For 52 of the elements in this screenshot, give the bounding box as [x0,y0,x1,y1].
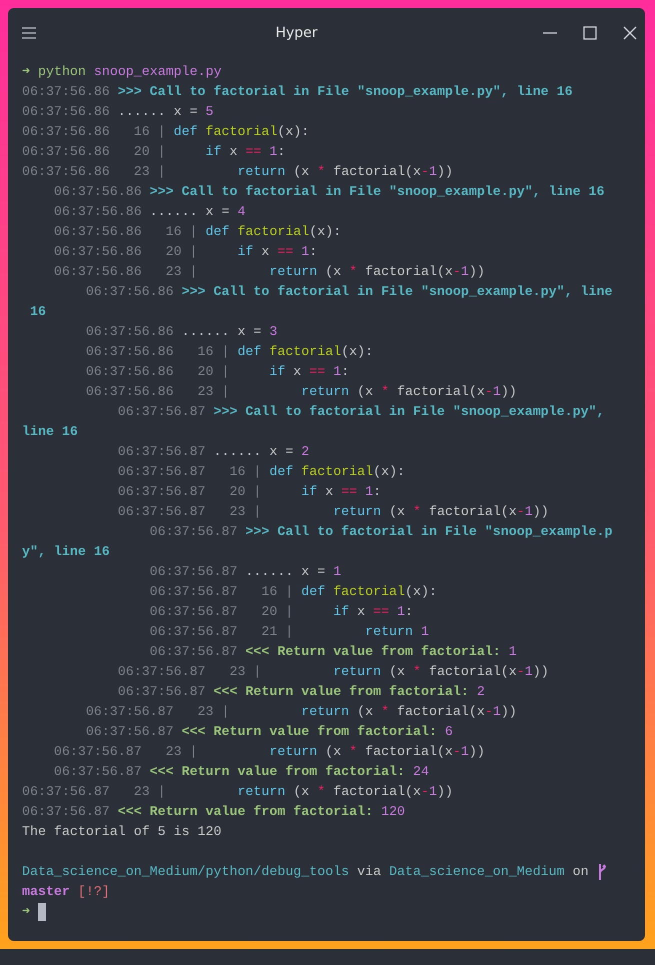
output-line: 06:37:56.86 23 | return (x * factorial(x-1)) [86,383,517,401]
output-line: 06:37:56.87 23 | return (x * factorial(x-1)) [118,663,549,681]
branch-icon [596,864,607,880]
output-line: line 16 [22,423,78,441]
output-line: 06:37:56.86 20 | if x == 1: [54,243,318,261]
output-line: 06:37:56.87 <<< Return value from factorial: 2 [118,683,485,701]
output-line: 06:37:56.87 <<< Return value from factorial: 24 [54,763,429,781]
output-line: 06:37:56.87 23 | return (x * factorial(x-1)) [86,703,517,721]
on-label: on [572,863,590,881]
menu-icon[interactable] [22,27,36,39]
git-branch: master [22,883,70,901]
output-line: The factorial of 5 is 120 [22,823,222,841]
output-line: 06:37:56.86 >>> Call to factorial in File "snoop_example.py", line 16 [22,83,573,101]
output-line: 06:37:56.86 16 | def factorial(x): [22,123,310,141]
output-line: 06:37:56.87 ...... x = 1 [150,563,342,581]
output-line: 06:37:56.87 <<< Return value from factorial: 120 [22,803,406,821]
via-label: via [356,863,382,881]
output-line: y", line 16 [22,543,110,561]
output-line: 06:37:56.87 ...... x = 2 [118,443,310,461]
output-line: 06:37:56.86 23 | return (x * factorial(x-1)) [54,263,485,281]
output-line: 06:37:56.87 23 | return (x * factorial(x-1)) [54,743,485,761]
output-line: 06:37:56.87 16 | def factorial(x): [150,583,437,601]
output-line: 06:37:56.86 20 | if x == 1: [86,363,350,381]
output-line: 06:37:56.87 20 | if x == 1: [118,483,382,501]
directory-path: Data_science_on_Medium/python/debug_tools [22,863,350,881]
output-line: 06:37:56.87 <<< Return value from factorial: 1 [150,643,517,661]
output-line: 06:37:56.86 20 | if x == 1: [22,143,286,161]
window-title: Hyper [274,24,319,42]
git-status: [!?] [78,883,110,901]
output-line: 06:37:56.87 21 | return 1 [150,623,429,641]
environment-name: Data_science_on_Medium [389,863,565,881]
output-line: 06:37:56.86 23 | return (x * factorial(x-1)) [22,163,453,181]
prompt-arrow: ➜ [22,903,30,921]
output-line: 06:37:56.87 <<< Return value from factorial: 6 [86,723,453,741]
output-line: 06:37:56.87 23 | return (x * factorial(x-1)) [118,503,549,521]
output-line: 06:37:56.87 >>> Call to factorial in File "snoop_example.py", [118,403,605,421]
output-line: 06:37:56.87 >>> Call to factorial in File "snoop_example.p [150,523,612,541]
command-line: ➜ python snoop_example.py [22,63,222,81]
maximize-icon[interactable] [583,26,597,40]
output-line: 06:37:56.86 >>> Call to factorial in File "snoop_example.py", line 16 [54,183,604,201]
output-line: 06:37:56.87 20 | if x == 1: [150,603,414,621]
output-line: 16 [30,303,46,321]
output-line: 06:37:56.86 ...... x = 3 [86,323,278,341]
close-icon[interactable] [623,26,637,40]
output-line: 06:37:56.87 16 | def factorial(x): [118,463,406,481]
output-line: 06:37:56.87 23 | return (x * factorial(x-1)) [22,783,453,801]
output-line: 06:37:56.86 16 | def factorial(x): [54,223,342,241]
output-line: 06:37:56.86 ...... x = 5 [22,103,214,121]
output-line: 06:37:56.86 ...... x = 4 [54,203,246,221]
output-line: 06:37:56.86 >>> Call to factorial in File "snoop_example.py", line [86,283,612,301]
output-line: 06:37:56.86 16 | def factorial(x): [86,343,374,361]
text-cursor [38,903,46,921]
